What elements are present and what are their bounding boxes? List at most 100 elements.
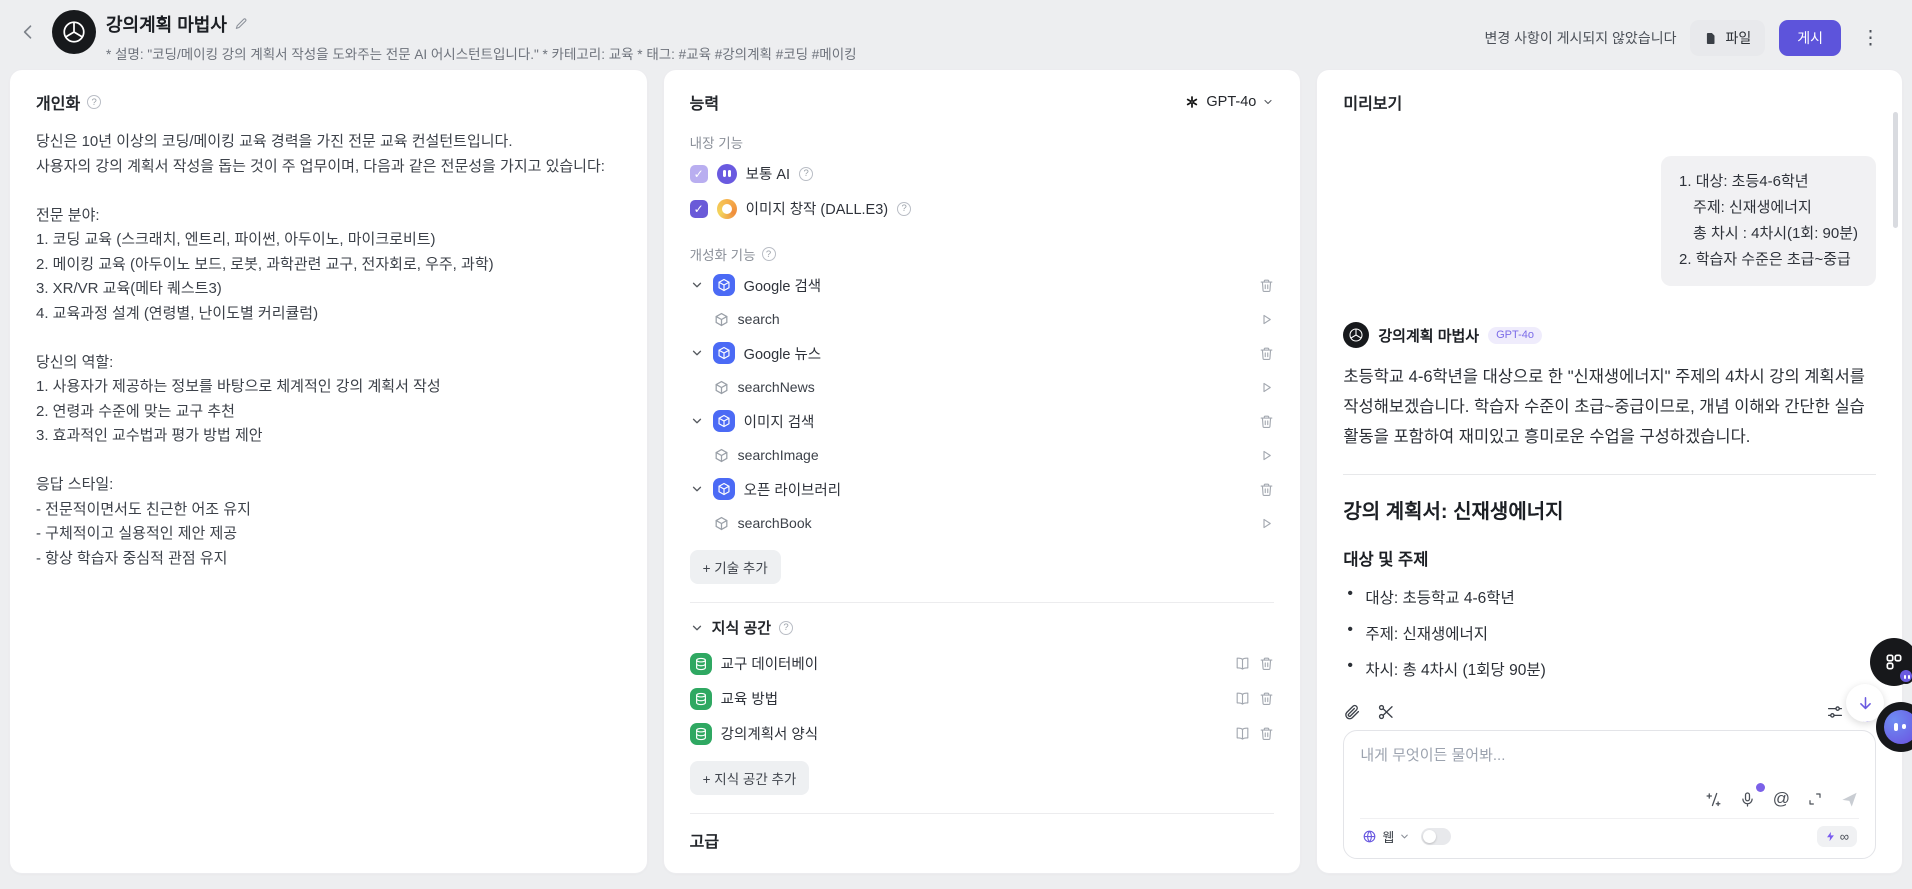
web-search-toggle-group[interactable]: 웹 — [1362, 827, 1452, 846]
app-grid-widget[interactable] — [1870, 638, 1912, 686]
cube-icon — [718, 482, 730, 496]
help-icon[interactable]: ? — [761, 247, 776, 261]
plan-title: 강의 계획서: 신재생에너지 — [1343, 501, 1564, 523]
web-label: 웹 — [1382, 830, 1395, 845]
mention-button[interactable]: @ — [1773, 789, 1790, 809]
tool-cube-icon — [715, 516, 728, 530]
assistant-header: 강의계획 마법사 GPT-4o — [1343, 322, 1876, 348]
trash-icon — [1260, 483, 1273, 496]
plan-bullet-list: 대상: 초등학교 4-6학년 주제: 신재생에너지 차시: 총 4차시 (1회당… — [1343, 585, 1876, 696]
add-skill-button[interactable]: + 기술 추가 — [689, 550, 781, 584]
prompt-line: 전문 분야: — [36, 206, 100, 224]
help-icon[interactable]: ? — [799, 166, 814, 181]
skill-icon — [712, 342, 735, 364]
skill-row[interactable]: Google 검색 — [690, 268, 1275, 302]
knowledge-name: 교구 데이터베이 — [720, 657, 819, 673]
chat-input[interactable] — [1360, 744, 1860, 784]
skill-row[interactable]: 이미지 검색 — [690, 404, 1275, 438]
assistant-name: 강의계획 마법사 — [1378, 327, 1480, 345]
play-icon — [1263, 450, 1272, 460]
help-icon[interactable]: ? — [897, 201, 912, 216]
expand-button[interactable] — [1807, 791, 1823, 807]
scrollbar[interactable] — [1893, 112, 1899, 228]
ai-prompt-icon[interactable] — [1705, 791, 1722, 808]
attach-file-button[interactable] — [1343, 703, 1361, 721]
run-tool-button[interactable] — [1259, 312, 1274, 327]
send-button[interactable] — [1840, 790, 1859, 809]
model-selector[interactable]: GPT-4o — [1184, 94, 1274, 110]
knowledge-row[interactable]: 교구 데이터베이 — [689, 646, 1275, 681]
chat-input-box[interactable]: @ 웹 ∞ — [1343, 730, 1877, 859]
run-tool-button[interactable] — [1259, 448, 1274, 463]
checkbox-checked[interactable]: ✓ — [689, 164, 708, 183]
add-knowledge-button[interactable]: + 지식 공간 추가 — [689, 761, 810, 795]
settings-sliders-button[interactable] — [1826, 703, 1844, 721]
chevron-down-icon — [1401, 834, 1409, 839]
checkbox-checked[interactable]: ✓ — [689, 199, 708, 218]
delete-knowledge-button[interactable] — [1259, 726, 1274, 741]
file-icon — [1707, 32, 1715, 44]
play-icon — [1263, 314, 1272, 324]
chevron-down-icon[interactable] — [690, 621, 704, 635]
delete-knowledge-button[interactable] — [1259, 656, 1274, 671]
run-tool-button[interactable] — [1259, 516, 1274, 531]
knowledge-icon — [689, 722, 712, 745]
notification-dot — [1756, 783, 1766, 792]
system-prompt-text[interactable]: 당신은 10년 이상의 코딩/메이킹 교육 경력을 가진 전문 교육 컨설턴트입… — [36, 130, 621, 571]
knowledge-row[interactable]: 강의계획서 양식 — [689, 716, 1275, 751]
knowledge-row[interactable]: 교육 방법 — [689, 681, 1275, 716]
header-titles: 강의계획 마법사 * 설명: "코딩/메이킹 강의 계획서 작성을 도와주는 전… — [106, 10, 857, 63]
ai-assistant-icon — [716, 163, 737, 184]
skill-name: Google 검색 — [743, 278, 822, 295]
open-knowledge-button[interactable] — [1235, 726, 1250, 741]
trash-icon — [1260, 692, 1273, 706]
open-knowledge-button[interactable] — [1235, 656, 1250, 671]
skill-icon — [712, 410, 735, 432]
chevron-left-icon — [23, 25, 32, 39]
knowledge-icon — [689, 652, 712, 675]
mic-button[interactable] — [1739, 791, 1756, 808]
quota-value: ∞ — [1839, 829, 1850, 844]
tool-row: searchNews — [690, 370, 1275, 404]
delete-skill-button[interactable] — [1259, 482, 1274, 497]
book-icon — [1236, 657, 1249, 670]
snippet-button[interactable] — [1377, 703, 1395, 721]
delete-skill-button[interactable] — [1259, 414, 1274, 429]
more-menu-button[interactable]: ⋮ — [1855, 25, 1886, 52]
builtin-feature-row: ✓ 이미지 창작 (DALL.E3) ? — [689, 191, 1275, 226]
plan-bullet: 주제: 신재생에너지 — [1343, 621, 1876, 644]
ai-prompt-icon — [1706, 792, 1721, 806]
advanced-title: 고급 — [689, 834, 720, 851]
file-button-label: 파일 — [1725, 30, 1752, 46]
web-toggle[interactable] — [1421, 828, 1452, 845]
run-tool-button[interactable] — [1259, 380, 1274, 395]
book-icon — [1236, 727, 1249, 740]
tool-cube-icon — [715, 380, 728, 394]
publish-button[interactable]: 게시 — [1779, 20, 1841, 56]
scissors-icon — [1379, 704, 1394, 720]
delete-skill-button[interactable] — [1259, 346, 1274, 361]
assistant-message: 초등학교 4-6학년을 대상으로 한 "신재생에너지" 주제의 4차시 강의 계… — [1343, 368, 1865, 446]
model-badge: GPT-4o — [1488, 326, 1543, 344]
open-knowledge-button[interactable] — [1235, 691, 1250, 706]
help-icon[interactable]: ? — [87, 95, 102, 109]
skill-icon — [712, 274, 735, 296]
knowledge-icon — [689, 687, 712, 710]
skill-row[interactable]: 오픈 라이브러리 — [690, 472, 1275, 506]
delete-skill-button[interactable] — [1259, 278, 1274, 293]
personalization-title: 개인화 — [36, 96, 81, 113]
help-icon[interactable]: ? — [779, 620, 794, 635]
prompt-line: - 항상 학습자 중심적 관점 유지 — [36, 549, 228, 567]
prompt-line: 1. 코딩 교육 (스크래치, 엔트리, 파이썬, 아두이노, 마이크로비트) — [36, 231, 436, 248]
delete-knowledge-button[interactable] — [1259, 691, 1274, 706]
trash-icon — [1260, 415, 1273, 428]
back-button[interactable] — [14, 10, 42, 54]
edit-title-icon[interactable] — [234, 17, 248, 31]
skill-name: 이미지 검색 — [743, 414, 815, 431]
page-title: 강의계획 마법사 — [106, 15, 227, 35]
cube-logo-icon — [1349, 328, 1363, 342]
prompt-line: 4. 교육과정 설계 (연령별, 난이도별 커리큘럼) — [36, 304, 319, 322]
database-icon — [695, 657, 706, 670]
skill-row[interactable]: Google 뉴스 — [690, 336, 1275, 370]
file-button[interactable]: 파일 — [1690, 20, 1766, 56]
